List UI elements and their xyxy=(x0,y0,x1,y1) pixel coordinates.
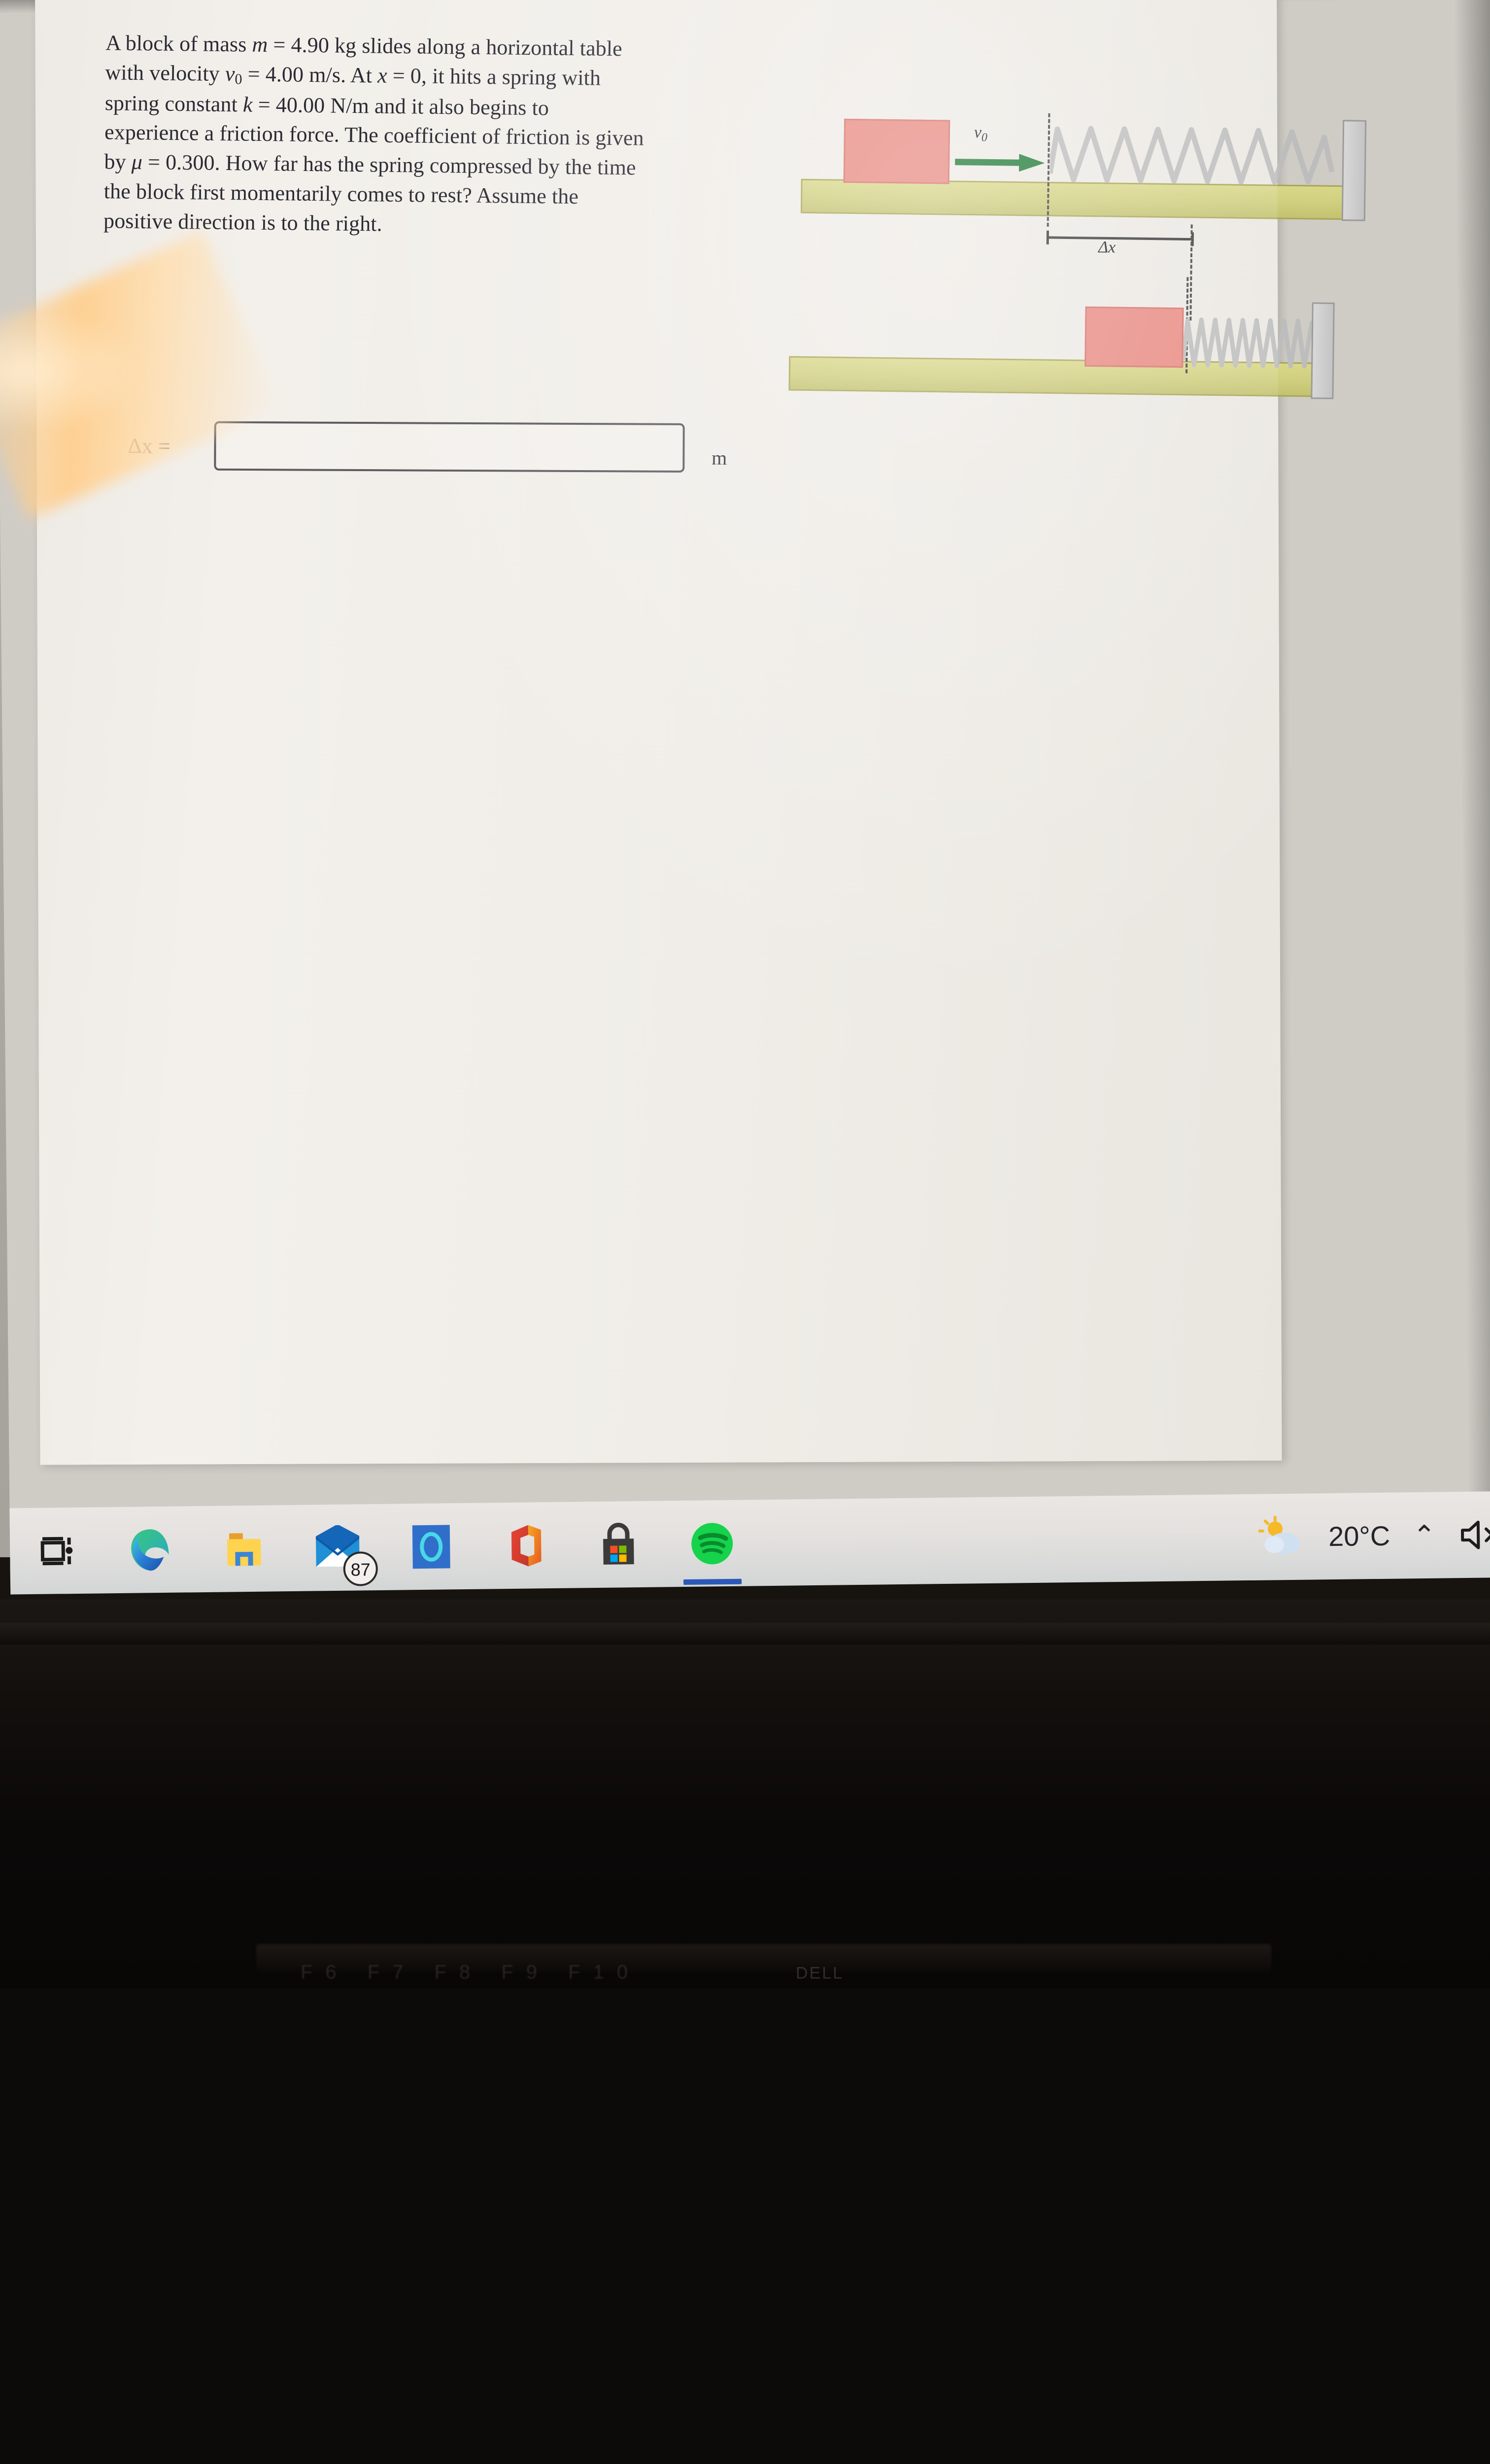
delta-x-label: Δx = xyxy=(128,433,170,459)
microsoft-store-icon xyxy=(596,1522,641,1568)
taskbar-item-office[interactable] xyxy=(477,1502,572,1589)
taskbar-item-spotify[interactable] xyxy=(665,1500,759,1587)
delta-x-dimension-line xyxy=(1045,228,1198,252)
show-hidden-icons-chevron-icon[interactable]: ⌃ xyxy=(1413,1519,1436,1552)
physics-figure: v0 Δx xyxy=(788,93,1398,475)
delta-x-dimension-label: Δx xyxy=(1098,238,1116,257)
problem-statement: A block of mass m = 4.90 kg slides along… xyxy=(103,28,756,243)
taskbar-item-store[interactable] xyxy=(571,1501,666,1588)
file-explorer-icon xyxy=(221,1526,267,1572)
laptop-brand-logo: DELL xyxy=(796,1964,844,1983)
figure-panel-before: v0 Δx xyxy=(790,93,1398,263)
block-top xyxy=(844,119,950,184)
volume-muted-icon[interactable] xyxy=(1458,1517,1490,1553)
homework-page: A block of mass m = 4.90 kg slides along… xyxy=(35,0,1282,1465)
screen-glare-hotspot xyxy=(0,309,150,433)
taskbar-pinned-items: 87 xyxy=(9,1500,759,1594)
spotify-icon xyxy=(688,1519,736,1567)
taskbar-item-cortana[interactable] xyxy=(384,1503,478,1590)
laptop-chassis: F6 F7 F8 F9 F10 DELL xyxy=(0,1599,1490,1988)
photo-scene: A block of mass m = 4.90 kg slides along… xyxy=(0,0,1490,1987)
spring-relaxed-icon xyxy=(1050,114,1351,194)
svg-text:87: 87 xyxy=(351,1559,371,1579)
windows-taskbar: 87 xyxy=(9,1491,1490,1595)
wall-post-bottom xyxy=(1311,302,1334,399)
laptop-screen: A block of mass m = 4.90 kg slides along… xyxy=(0,0,1490,1586)
block-bottom xyxy=(1084,307,1184,368)
system-tray: 20°C ⌃ xyxy=(1258,1491,1490,1580)
answer-row: Δx = m xyxy=(128,422,759,484)
answer-unit-label: m xyxy=(711,446,727,469)
laptop-hinge xyxy=(0,1623,1490,1644)
weather-temperature[interactable]: 20°C xyxy=(1328,1520,1390,1552)
taskbar-item-task-view[interactable] xyxy=(9,1507,104,1594)
cortana-icon xyxy=(409,1523,453,1571)
figure-panel-after xyxy=(788,282,1396,428)
taskbar-item-file-explorer[interactable] xyxy=(197,1505,291,1592)
spring-compressed-icon xyxy=(1183,310,1332,376)
weather-sun-behind-cloud-icon[interactable] xyxy=(1258,1515,1306,1558)
velocity-label: v0 xyxy=(974,123,988,144)
screen-right-edge-shadow xyxy=(1454,0,1490,1537)
task-view-icon xyxy=(37,1532,76,1571)
laptop-function-keys: F6 F7 F8 F9 F10 xyxy=(301,1961,793,1987)
velocity-arrow-icon xyxy=(953,146,1047,177)
edge-icon xyxy=(127,1526,174,1574)
mail-badge: 87 xyxy=(342,1550,379,1587)
wall-post-top xyxy=(1342,120,1367,221)
taskbar-item-mail[interactable]: 87 xyxy=(290,1504,385,1591)
taskbar-item-edge[interactable] xyxy=(103,1506,198,1593)
answer-input[interactable] xyxy=(214,421,684,473)
office-icon xyxy=(503,1522,547,1570)
